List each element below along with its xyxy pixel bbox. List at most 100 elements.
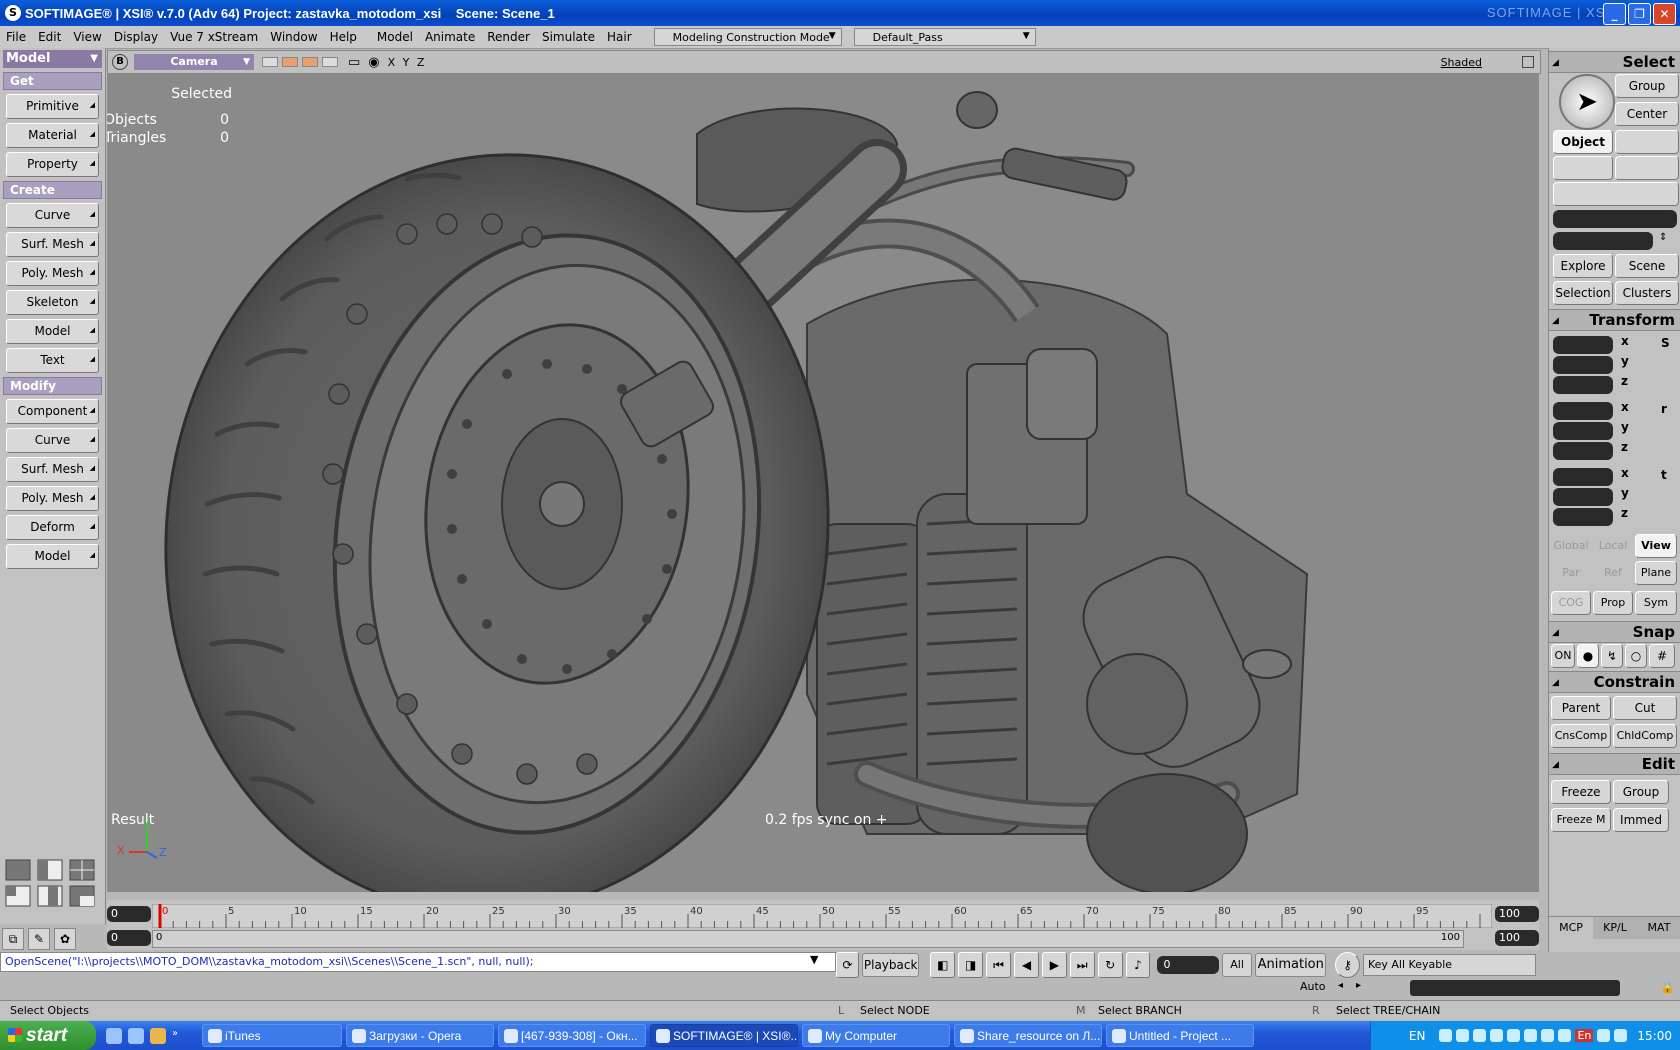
section-create[interactable]: Create [3, 181, 102, 199]
tool-icon[interactable]: ⧉ [2, 928, 24, 950]
camera-icon[interactable]: ▭ [348, 55, 360, 70]
local-button[interactable]: Local [1593, 534, 1633, 558]
tray-icon[interactable] [1614, 1029, 1628, 1042]
freeze-button[interactable]: Freeze [1551, 780, 1611, 804]
tray-icon[interactable] [1558, 1029, 1572, 1042]
parent-button[interactable]: Parent [1551, 696, 1611, 720]
snap-on-button[interactable]: ON [1551, 644, 1575, 668]
script-command-line[interactable]: OpenScene("I:\\projects\\MOTO_DOM\\zasta… [0, 952, 836, 972]
select-blank-button[interactable] [1553, 156, 1613, 180]
menu-view[interactable]: View [67, 30, 107, 44]
translate-x-field[interactable] [1553, 468, 1613, 486]
scale-x-field[interactable] [1553, 336, 1613, 354]
display-toggle-icon[interactable] [262, 57, 278, 67]
display-toggle-icon[interactable] [282, 57, 298, 67]
rotate-icon[interactable]: r [1661, 402, 1667, 416]
tab-kpl[interactable]: KP/L [1593, 917, 1637, 939]
create-model-button[interactable]: Model ◢ [6, 319, 99, 344]
shading-mode-dropdown[interactable]: Shaded [1441, 56, 1482, 69]
taskbar-item[interactable]: My Computer [802, 1024, 950, 1047]
play-icon[interactable]: ▶ [1041, 952, 1067, 978]
tray-icon[interactable] [1439, 1029, 1453, 1042]
translate-z-field[interactable] [1553, 508, 1613, 526]
chevron-down-icon[interactable]: ▼ [810, 953, 818, 966]
tray-icon[interactable] [1473, 1029, 1487, 1042]
clusters-button[interactable]: Clusters [1615, 281, 1679, 305]
minimize-icon[interactable]: _ [1603, 3, 1626, 25]
timeline-start-field-2[interactable]: 0 [107, 930, 151, 946]
menu-help[interactable]: Help [324, 30, 363, 44]
xyz-axis-toggle[interactable]: X Y Z [388, 56, 427, 69]
create-poly-mesh-button[interactable]: Poly. Mesh ◢ [6, 261, 99, 286]
camera-dropdown[interactable]: Camera ▼ [134, 54, 254, 70]
display-toggle-icon[interactable] [302, 57, 318, 67]
deform-button[interactable]: Deform ◢ [6, 515, 99, 540]
menu-model[interactable]: Model [371, 30, 419, 44]
global-button[interactable]: Global [1551, 534, 1591, 558]
arrows-icon[interactable]: ⇕ [1659, 232, 1667, 243]
module-selector[interactable]: Model ▼ [3, 50, 102, 68]
menu-hair[interactable]: Hair [601, 30, 638, 44]
menu-display[interactable]: Display [108, 30, 164, 44]
freeze-m-button[interactable]: Freeze M [1551, 808, 1611, 832]
viewport-layout-icon[interactable] [4, 858, 100, 910]
select-blank-button[interactable] [1615, 130, 1679, 154]
cnscomp-button[interactable]: CnsComp [1551, 724, 1611, 748]
start-button[interactable]: start [0, 1021, 96, 1050]
scale-z-field[interactable] [1553, 376, 1613, 394]
menu-edit[interactable]: Edit [32, 30, 67, 44]
audio-icon[interactable]: ♪ [1125, 952, 1151, 978]
tray-icon[interactable] [1541, 1029, 1555, 1042]
menu-render[interactable]: Render [481, 30, 536, 44]
all-button[interactable]: All [1221, 953, 1253, 977]
cog-button[interactable]: COG [1551, 591, 1591, 615]
3d-viewport[interactable]: Selected Objects 0 Triangles 0 Result 0.… [107, 74, 1539, 892]
timeline-start-field[interactable]: 0 [107, 906, 151, 922]
snap-curve-icon[interactable]: ↯ [1601, 644, 1623, 668]
viewport-letter-badge[interactable]: B [112, 54, 128, 70]
scene-button[interactable]: Scene [1615, 254, 1679, 278]
last-frame-icon[interactable]: ⏭ [1069, 952, 1095, 978]
select-group-button[interactable]: Group [1615, 74, 1679, 98]
edit-group-button[interactable]: Group [1613, 780, 1669, 804]
chldcomp-button[interactable]: ChldComp [1613, 724, 1677, 748]
selection-name-field[interactable] [1553, 210, 1677, 228]
menu-vue[interactable]: Vue 7 xStream [164, 30, 264, 44]
next-arrow-icon[interactable]: ▸ [1356, 980, 1361, 991]
range-slider[interactable]: 0 100 [152, 930, 1464, 948]
select-blank-button[interactable] [1553, 182, 1679, 206]
create-surf-mesh-button[interactable]: Surf. Mesh ◢ [6, 232, 99, 257]
tray-icon[interactable] [1524, 1029, 1538, 1042]
next-key-icon[interactable]: ◨ [958, 952, 984, 978]
construction-mode-dropdown[interactable]: Modeling Construction Mode ▼ [653, 28, 842, 46]
select-object-button[interactable]: Object [1553, 130, 1613, 154]
step-back-icon[interactable]: ◀ [1013, 952, 1039, 978]
tab-mat[interactable]: MAT [1637, 917, 1680, 939]
pass-dropdown[interactable]: Default_Pass ▼ [853, 28, 1036, 46]
par-button[interactable]: Par [1551, 561, 1591, 585]
view-button[interactable]: View [1635, 534, 1677, 558]
plane-button[interactable]: Plane [1635, 561, 1677, 585]
primitive-button[interactable]: Primitive ◢ [6, 94, 99, 119]
restore-icon[interactable]: ❐ [1628, 3, 1651, 25]
select-blank-button[interactable] [1615, 156, 1679, 180]
palette-icon[interactable]: ✿ [54, 928, 76, 950]
menu-file[interactable]: File [0, 30, 32, 44]
section-modify[interactable]: Modify [3, 377, 102, 395]
menu-simulate[interactable]: Simulate [536, 30, 601, 44]
wrench-icon[interactable]: ✎ [28, 928, 50, 950]
playback-options-icon[interactable]: ⟳ [836, 952, 859, 978]
edit-section-header[interactable]: ◢ Edit [1549, 753, 1680, 775]
display-toggle-icon[interactable] [322, 57, 338, 67]
maximize-viewport-icon[interactable] [1522, 56, 1534, 68]
language-indicator[interactable]: EN [1409, 1029, 1426, 1043]
material-button[interactable]: Material ◢ [6, 123, 99, 148]
component-button[interactable]: Component ◢ [6, 399, 99, 424]
first-frame-icon[interactable]: ⏮ [986, 952, 1011, 978]
immed-button[interactable]: Immed [1613, 808, 1669, 832]
snap-section-header[interactable]: ◢ Snap [1549, 621, 1680, 643]
illustrator-icon[interactable] [150, 1027, 166, 1044]
keyframe-field[interactable] [1410, 980, 1620, 996]
taskbar-item[interactable]: SOFTIMAGE® | XSI®... [650, 1024, 798, 1047]
timeline-end-field[interactable]: 100 [1495, 906, 1539, 922]
